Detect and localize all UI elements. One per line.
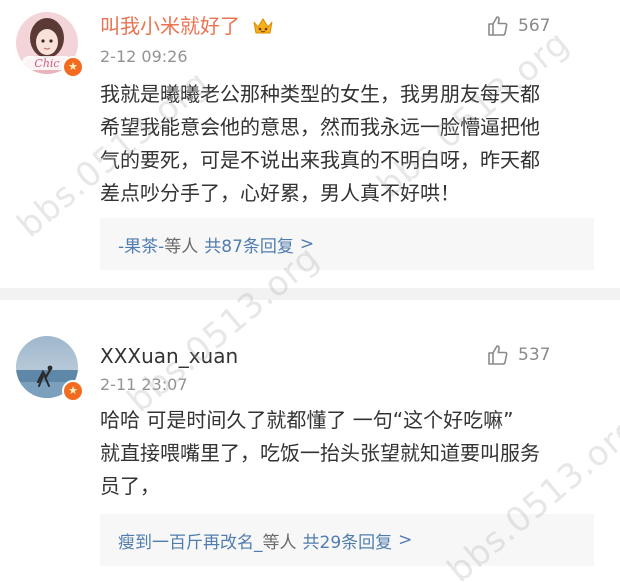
comment-item: ★ XXXuan_xuan 2-11 23:07 537 哈哈 可是时间久了就都… <box>0 300 620 583</box>
comment-text-line: 哈哈 可是时间久了就都懂了 一句“这个好吃嘛” <box>100 408 514 432</box>
reply-count[interactable]: 共87条回复 <box>204 232 294 257</box>
thumbs-up-icon <box>488 16 508 36</box>
comment-text-line: 我就是曦曦老公那种类型的女生，我男朋友每天都 <box>100 82 540 106</box>
reply-suffix: 等人 <box>164 236 199 257</box>
like-button[interactable]: 537 <box>486 342 550 368</box>
avatar[interactable]: Chic ★ <box>16 12 84 78</box>
like-count: 537 <box>518 345 551 365</box>
replies-link[interactable]: 瘦到一百斤再改名_ 等人 共29条回复 > <box>100 514 594 566</box>
avatar[interactable]: ★ <box>16 336 84 402</box>
comment-divider <box>0 288 620 300</box>
avatar-label: Chic <box>34 57 59 70</box>
chevron-right-icon: > <box>299 234 315 254</box>
comment-item: Chic ★ 叫我小米就好了 2-12 09:26 567 我就是曦曦老公那种类… <box>0 0 620 288</box>
comment-author-name: 叫我小米就好了 <box>100 14 240 38</box>
reply-user[interactable]: -果茶- <box>118 232 164 257</box>
comment-text-line: 希望我能意会他的意思，然而我永远一脸懵逼把他 <box>100 115 540 139</box>
comment-time: 2-12 09:26 <box>100 47 188 66</box>
comment-text: 我就是曦曦老公那种类型的女生，我男朋友每天都 希望我能意会他的意思，然而我永远一… <box>100 78 600 210</box>
thumbs-up-icon <box>488 345 508 365</box>
comment-author-name: XXXuan_xuan <box>100 344 239 368</box>
comment-feed: Chic ★ 叫我小米就好了 2-12 09:26 567 我就是曦曦老公那种类… <box>0 0 620 583</box>
comment-author[interactable]: XXXuan_xuan <box>100 344 238 368</box>
verified-badge-icon: ★ <box>62 380 84 402</box>
reply-count[interactable]: 共29条回复 <box>303 528 393 553</box>
comment-text-line: 就直接喂嘴里了，吃饭一抬头张望就知道要叫服务 <box>100 441 540 465</box>
verified-badge-icon: ★ <box>62 56 84 78</box>
comment-text: 哈哈 可是时间久了就都懂了 一句“这个好吃嘛” 就直接喂嘴里了，吃饭一抬头张望就… <box>100 404 600 503</box>
comment-text-line: 气的要死，可是不说出来我真的不明白呀，昨天都 <box>100 148 540 172</box>
like-count: 567 <box>518 16 551 36</box>
comment-text-line: 差点吵分手了，心好累，男人真不好哄！ <box>100 181 460 205</box>
comment-text-line: 员了， <box>100 474 160 498</box>
reply-suffix: 等人 <box>262 532 297 553</box>
reply-user[interactable]: 瘦到一百斤再改名_ <box>118 528 263 553</box>
like-button[interactable]: 567 <box>486 13 550 39</box>
comment-time: 2-11 23:07 <box>100 375 188 394</box>
comment-author[interactable]: 叫我小米就好了 <box>100 14 274 38</box>
replies-link[interactable]: -果茶- 等人 共87条回复 > <box>100 218 594 270</box>
chevron-right-icon: > <box>398 530 413 550</box>
vip-crown-icon <box>253 18 273 34</box>
